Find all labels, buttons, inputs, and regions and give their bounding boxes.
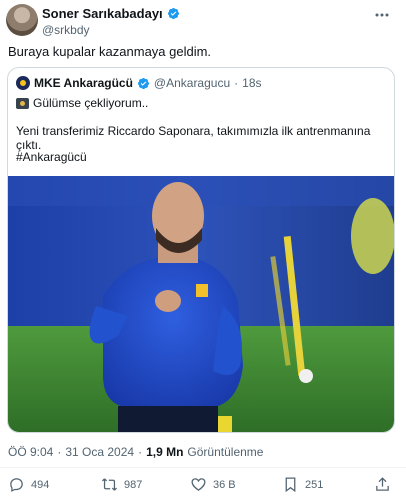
bookmark-button[interactable]: 251	[282, 476, 323, 493]
repost-button[interactable]: 987	[101, 476, 142, 493]
quote-photo[interactable]	[8, 176, 394, 432]
quote-hashtag[interactable]: #Ankaragücü	[16, 150, 87, 164]
share-icon	[376, 477, 389, 491]
camera-emoji-icon	[16, 97, 29, 109]
author-name-row: Soner Sarıkabadayı	[42, 6, 180, 21]
tweet-text: Buraya kupalar kazanmaya geldim.	[8, 44, 212, 59]
view-count: 1,9 Mn	[146, 445, 184, 459]
tweet-stats: ÖÖ 9:04 · 31 Oca 2024 · 1,9 Mn Görüntüle…	[8, 445, 263, 459]
bookmark-count: 251	[305, 478, 324, 491]
heart-icon	[191, 478, 206, 491]
repost-count: 987	[124, 478, 143, 491]
verified-badge-icon	[167, 7, 179, 20]
like-button[interactable]: 36 B	[190, 476, 236, 493]
quote-time[interactable]: 18s	[242, 76, 261, 90]
reply-icon	[10, 478, 23, 492]
divider	[0, 467, 406, 468]
repost-icon	[101, 478, 118, 491]
tweet-header: Soner Sarıkabadayı @srkbdy	[6, 4, 400, 38]
quote-separator: ·	[234, 76, 239, 90]
author-handle[interactable]: @srkbdy	[42, 23, 90, 37]
stats-separator: ·	[57, 445, 62, 459]
views-label: Görüntülenme	[187, 445, 264, 459]
quote-avatar[interactable]	[16, 76, 30, 90]
quote-author-name[interactable]: MKE Ankaragücü	[34, 76, 133, 90]
quote-line-1-text: Gülümse çekliyorum..	[33, 96, 149, 110]
like-count: 36 B	[213, 478, 236, 491]
stats-separator-2: ·	[138, 445, 143, 459]
quote-line-1: Gülümse çekliyorum..	[16, 96, 148, 110]
quote-author-handle[interactable]: @Ankaragucu	[154, 76, 230, 90]
training-photo-image	[8, 176, 394, 432]
tweet-time[interactable]: ÖÖ 9:04	[8, 445, 53, 459]
share-button[interactable]	[374, 476, 391, 493]
quoted-tweet[interactable]: MKE Ankaragücü @Ankaragucu · 18s Gülümse…	[7, 67, 395, 433]
quote-header: MKE Ankaragücü @Ankaragucu · 18s	[16, 76, 262, 90]
quote-verified-badge-icon	[137, 77, 149, 89]
more-dots-icon	[375, 13, 389, 17]
action-bar: 494 987 36 B 251	[0, 476, 406, 496]
reply-count: 494	[31, 478, 50, 491]
quote-line-2: Yeni transferimiz Riccardo Saponara, tak…	[16, 124, 371, 152]
more-options-button[interactable]	[372, 6, 396, 24]
reply-button[interactable]: 494	[8, 476, 49, 493]
author-avatar[interactable]	[6, 4, 38, 36]
tweet-date[interactable]: 31 Oca 2024	[65, 445, 134, 459]
bookmark-icon	[285, 477, 296, 493]
author-name[interactable]: Soner Sarıkabadayı	[42, 6, 163, 21]
